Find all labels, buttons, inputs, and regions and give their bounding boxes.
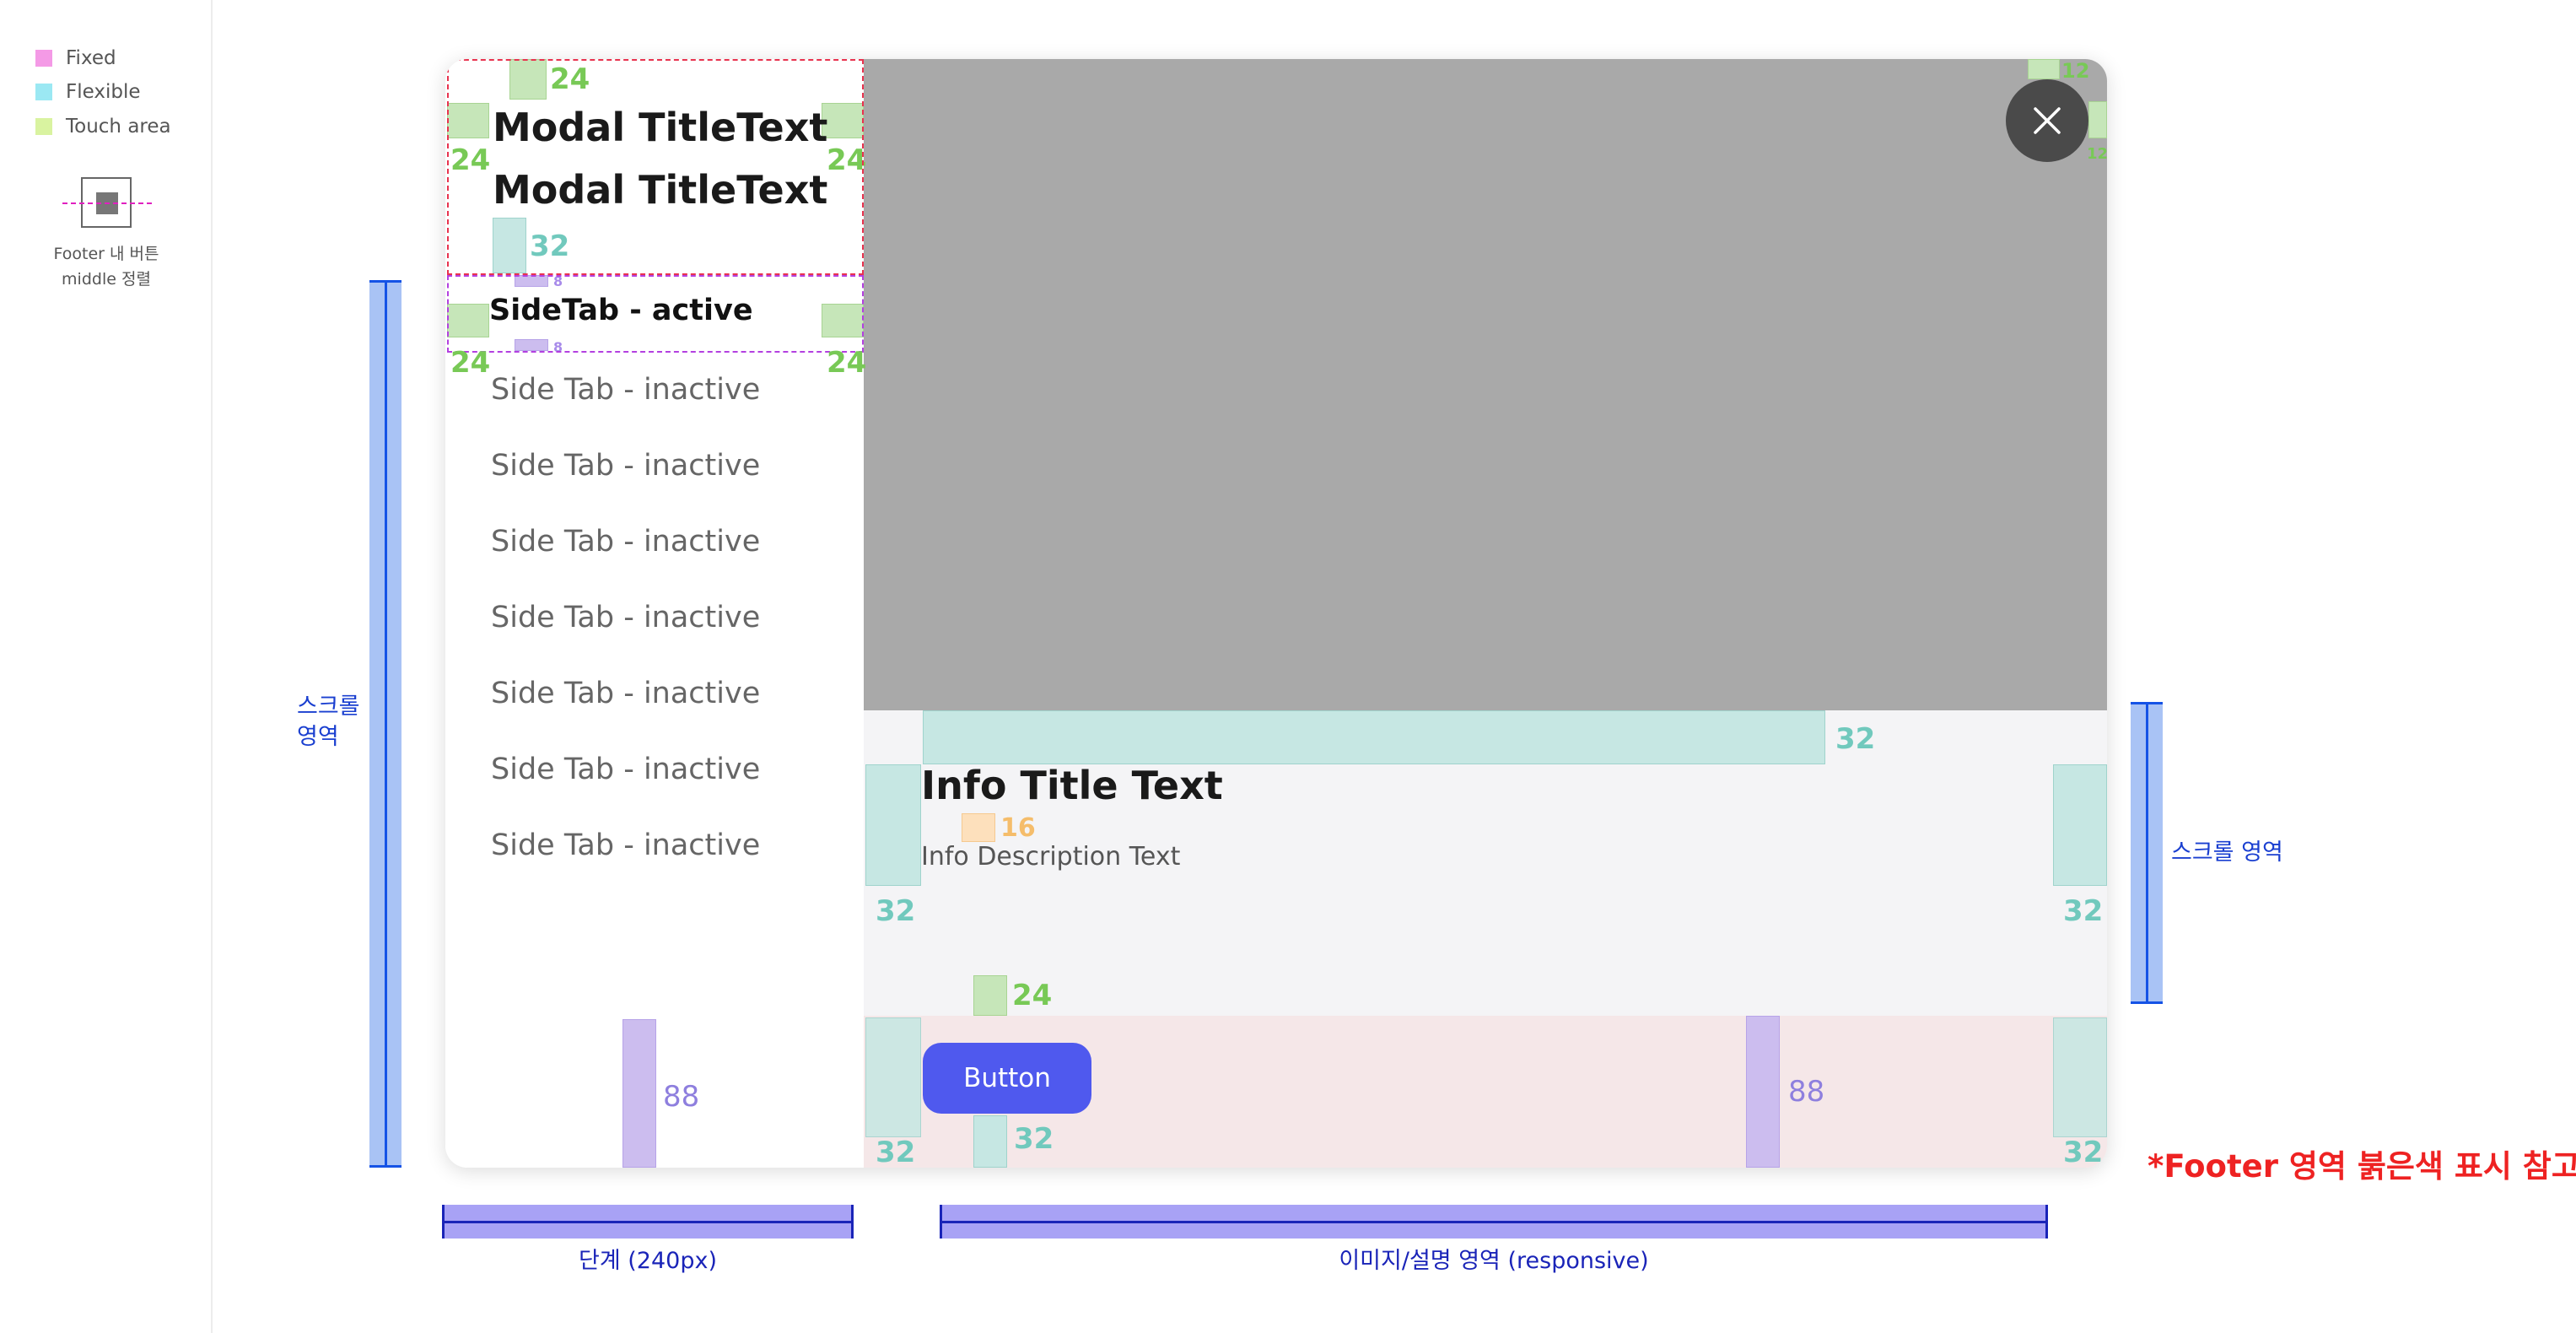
legend-swatch-fixed (35, 50, 52, 67)
spacing-label-close-top-12: 12 (2061, 59, 2090, 83)
side-tab-inactive[interactable]: Side Tab - inactive (491, 828, 760, 862)
side-tab-inactive[interactable]: Side Tab - inactive (491, 601, 760, 634)
spacing-footer-right-32 (2053, 1017, 2107, 1137)
spacing-label-footer-top-24: 24 (1012, 979, 1053, 1012)
spacing-footer-left-32 (865, 1017, 921, 1137)
side-footer-height-88 (622, 1019, 656, 1168)
spacing-label-info-left-32: 32 (876, 894, 916, 928)
legend-swatch-flexible (35, 84, 52, 100)
legend-item-fixed: Fixed (35, 47, 116, 69)
primary-button[interactable]: Button (923, 1043, 1091, 1114)
side-tab-inactive[interactable]: Side Tab - inactive (491, 753, 760, 786)
spacing-info-gap-16 (962, 813, 995, 842)
info-description: Info Description Text (921, 842, 1181, 872)
spacing-label-footer-right-32: 32 (2063, 1136, 2104, 1168)
side-tab-inactive[interactable]: Side Tab - inactive (491, 449, 760, 483)
spacing-info-left-32 (865, 764, 921, 886)
spacing-label-footer-left-32: 32 (876, 1136, 916, 1168)
image-placeholder (864, 59, 2107, 710)
legend-item-flexible: Flexible (35, 81, 141, 103)
spacing-button-bottom-32 (973, 1115, 1007, 1168)
step-width-label: 단계 (240px) (579, 1248, 717, 1274)
scroll-area-label-left: 스크롤 영역 (297, 693, 360, 750)
image-area-width-indicator (940, 1205, 2048, 1239)
footer-note: *Footer 영역 붉은색 표시 참고 (2148, 1148, 2576, 1185)
spacing-label-info-right-32: 32 (2063, 894, 2104, 928)
image-area-width-label: 이미지/설명 영역 (responsive) (1339, 1248, 1649, 1274)
spacing-label-button-bottom-32: 32 (1014, 1122, 1054, 1156)
scroll-indicator-left (369, 280, 401, 1168)
spacing-close-top-12 (2028, 59, 2060, 79)
close-button[interactable] (2006, 79, 2088, 162)
scroll-indicator-right (2131, 702, 2163, 1004)
footer-align-caption-line2: middle 정렬 (62, 270, 151, 289)
modal-dialog: 24 24 24 Modal TitleText Modal TitleText… (445, 59, 2107, 1168)
spacing-label-close-right-12: 12 (2087, 145, 2107, 163)
spacing-close-right-12 (2088, 101, 2107, 138)
scroll-area-label-right: 스크롤 영역 (2171, 839, 2283, 866)
spacing-label-side-footer-88: 88 (663, 1080, 700, 1114)
step-width-indicator (442, 1205, 854, 1239)
spacing-label-info-top-32: 32 (1835, 722, 1876, 756)
legend-label-fixed: Fixed (66, 47, 116, 69)
footer-height-88 (1746, 1016, 1780, 1168)
close-icon (2034, 107, 2061, 134)
side-tab-inactive[interactable]: Side Tab - inactive (491, 373, 760, 407)
legend-swatch-touch-area (35, 118, 52, 135)
spacing-info-right-32 (2053, 764, 2107, 886)
info-title: Info Title Text (921, 763, 1223, 808)
spacing-label-tab-left-24: 24 (450, 346, 491, 380)
legend-panel: Fixed Flexible Touch area Footer 내 버튼 mi… (0, 0, 213, 1333)
active-tab-outline (447, 275, 864, 353)
side-tab-inactive[interactable]: Side Tab - inactive (491, 677, 760, 710)
footer-align-caption: Footer 내 버튼 middle 정렬 (32, 241, 181, 292)
spacing-info-top-32 (923, 710, 1825, 764)
spacing-label-tab-right-24: 24 (827, 346, 867, 380)
spacing-footer-top-24 (973, 975, 1007, 1016)
legend-item-touch-area: Touch area (35, 116, 171, 138)
legend-label-touch-area: Touch area (66, 116, 171, 138)
footer-align-caption-line1: Footer 내 버튼 (53, 245, 159, 263)
spacing-label-footer-88: 88 (1788, 1075, 1825, 1109)
side-tab-inactive[interactable]: Side Tab - inactive (491, 525, 760, 559)
middle-align-guide-line (62, 202, 152, 204)
spacing-label-info-gap-16: 16 (1000, 813, 1036, 843)
legend-label-flexible: Flexible (66, 81, 141, 103)
header-area-outline (447, 59, 864, 275)
